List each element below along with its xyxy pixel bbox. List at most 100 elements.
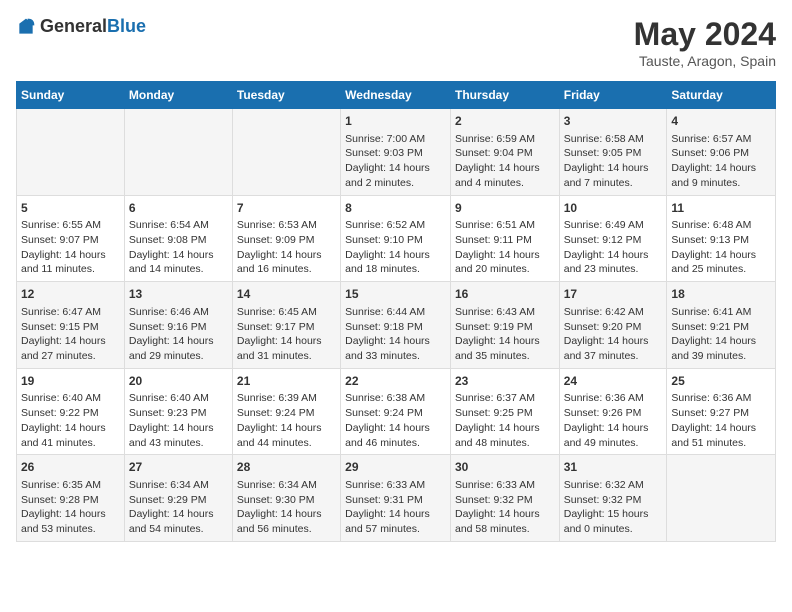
day-info: Sunrise: 6:34 AM Sunset: 9:29 PM Dayligh… [129, 478, 228, 537]
header-sunday: Sunday [17, 82, 125, 109]
week-row-3: 12 Sunrise: 6:47 AM Sunset: 9:15 PM Dayli… [17, 282, 776, 369]
week-row-1: 1Sunrise: 7:00 AM Sunset: 9:03 PM Daylig… [17, 109, 776, 196]
day-cell [124, 109, 232, 196]
day-number: 2 [455, 113, 555, 130]
day-info: Sunrise: 6:52 AM Sunset: 9:10 PM Dayligh… [345, 218, 446, 277]
day-cell: 9Sunrise: 6:51 AM Sunset: 9:11 PM Daylig… [450, 195, 559, 282]
day-info: Sunrise: 6:59 AM Sunset: 9:04 PM Dayligh… [455, 132, 555, 191]
day-number: 28 [237, 459, 336, 476]
day-info: Sunrise: 6:38 AM Sunset: 9:24 PM Dayligh… [345, 391, 446, 450]
day-info: Sunrise: 6:55 AM Sunset: 9:07 PM Dayligh… [21, 218, 120, 277]
day-number: 22 [345, 373, 446, 390]
day-cell: 27 Sunrise: 6:34 AM Sunset: 9:29 PM Dayli… [124, 455, 232, 542]
day-cell: 12 Sunrise: 6:47 AM Sunset: 9:15 PM Dayli… [17, 282, 125, 369]
page-header: GeneralBlue May 2024 Tauste, Aragon, Spa… [16, 16, 776, 69]
day-number: 8 [345, 200, 446, 217]
day-cell: 22Sunrise: 6:38 AM Sunset: 9:24 PM Dayli… [341, 368, 451, 455]
day-cell: 18 Sunrise: 6:41 AM Sunset: 9:21 PM Dayli… [667, 282, 776, 369]
day-info: Sunrise: 6:43 AM Sunset: 9:19 PM Dayligh… [455, 305, 555, 364]
day-cell: 2 Sunrise: 6:59 AM Sunset: 9:04 PM Daylig… [450, 109, 559, 196]
day-number: 23 [455, 373, 555, 390]
day-info: Sunrise: 6:33 AM Sunset: 9:32 PM Dayligh… [455, 478, 555, 537]
day-number: 21 [237, 373, 336, 390]
day-cell: 3Sunrise: 6:58 AM Sunset: 9:05 PM Daylig… [559, 109, 667, 196]
day-number: 12 [21, 286, 120, 303]
day-info: Sunrise: 6:45 AM Sunset: 9:17 PM Dayligh… [237, 305, 336, 364]
header-saturday: Saturday [667, 82, 776, 109]
day-info: Sunrise: 6:35 AM Sunset: 9:28 PM Dayligh… [21, 478, 120, 537]
day-number: 20 [129, 373, 228, 390]
subtitle: Tauste, Aragon, Spain [634, 53, 776, 69]
week-row-5: 26 Sunrise: 6:35 AM Sunset: 9:28 PM Dayli… [17, 455, 776, 542]
header-thursday: Thursday [450, 82, 559, 109]
day-number: 18 [671, 286, 771, 303]
day-number: 27 [129, 459, 228, 476]
header-friday: Friday [559, 82, 667, 109]
day-info: Sunrise: 6:54 AM Sunset: 9:08 PM Dayligh… [129, 218, 228, 277]
day-number: 29 [345, 459, 446, 476]
day-number: 17 [564, 286, 663, 303]
day-info: Sunrise: 6:34 AM Sunset: 9:30 PM Dayligh… [237, 478, 336, 537]
day-info: Sunrise: 6:37 AM Sunset: 9:25 PM Dayligh… [455, 391, 555, 450]
week-row-2: 5Sunrise: 6:55 AM Sunset: 9:07 PM Daylig… [17, 195, 776, 282]
day-number: 11 [671, 200, 771, 217]
calendar-table: SundayMondayTuesdayWednesdayThursdayFrid… [16, 81, 776, 542]
day-info: Sunrise: 6:40 AM Sunset: 9:23 PM Dayligh… [129, 391, 228, 450]
day-info: Sunrise: 6:40 AM Sunset: 9:22 PM Dayligh… [21, 391, 120, 450]
main-title: May 2024 [634, 16, 776, 53]
day-info: Sunrise: 6:44 AM Sunset: 9:18 PM Dayligh… [345, 305, 446, 364]
day-number: 9 [455, 200, 555, 217]
day-cell: 26 Sunrise: 6:35 AM Sunset: 9:28 PM Dayli… [17, 455, 125, 542]
day-info: Sunrise: 6:46 AM Sunset: 9:16 PM Dayligh… [129, 305, 228, 364]
week-row-4: 19Sunrise: 6:40 AM Sunset: 9:22 PM Dayli… [17, 368, 776, 455]
header-tuesday: Tuesday [232, 82, 340, 109]
day-cell [667, 455, 776, 542]
header-wednesday: Wednesday [341, 82, 451, 109]
day-number: 30 [455, 459, 555, 476]
day-cell: 23Sunrise: 6:37 AM Sunset: 9:25 PM Dayli… [450, 368, 559, 455]
day-number: 24 [564, 373, 663, 390]
day-info: Sunrise: 6:32 AM Sunset: 9:32 PM Dayligh… [564, 478, 663, 537]
day-number: 4 [671, 113, 771, 130]
day-info: Sunrise: 6:41 AM Sunset: 9:21 PM Dayligh… [671, 305, 771, 364]
day-number: 16 [455, 286, 555, 303]
day-info: Sunrise: 7:00 AM Sunset: 9:03 PM Dayligh… [345, 132, 446, 191]
day-number: 14 [237, 286, 336, 303]
day-cell: 25Sunrise: 6:36 AM Sunset: 9:27 PM Dayli… [667, 368, 776, 455]
day-cell: 30 Sunrise: 6:33 AM Sunset: 9:32 PM Dayli… [450, 455, 559, 542]
day-info: Sunrise: 6:36 AM Sunset: 9:26 PM Dayligh… [564, 391, 663, 450]
header-monday: Monday [124, 82, 232, 109]
day-cell: 28 Sunrise: 6:34 AM Sunset: 9:30 PM Dayli… [232, 455, 340, 542]
day-info: Sunrise: 6:33 AM Sunset: 9:31 PM Dayligh… [345, 478, 446, 537]
day-cell: 29 Sunrise: 6:33 AM Sunset: 9:31 PM Dayli… [341, 455, 451, 542]
day-cell: 17 Sunrise: 6:42 AM Sunset: 9:20 PM Dayli… [559, 282, 667, 369]
title-block: May 2024 Tauste, Aragon, Spain [634, 16, 776, 69]
day-info: Sunrise: 6:58 AM Sunset: 9:05 PM Dayligh… [564, 132, 663, 191]
day-cell: 7Sunrise: 6:53 AM Sunset: 9:09 PM Daylig… [232, 195, 340, 282]
day-cell: 10Sunrise: 6:49 AM Sunset: 9:12 PM Dayli… [559, 195, 667, 282]
day-cell: 5Sunrise: 6:55 AM Sunset: 9:07 PM Daylig… [17, 195, 125, 282]
day-info: Sunrise: 6:47 AM Sunset: 9:15 PM Dayligh… [21, 305, 120, 364]
day-cell [232, 109, 340, 196]
day-cell: 31Sunrise: 6:32 AM Sunset: 9:32 PM Dayli… [559, 455, 667, 542]
day-number: 13 [129, 286, 228, 303]
day-info: Sunrise: 6:57 AM Sunset: 9:06 PM Dayligh… [671, 132, 771, 191]
logo-blue: Blue [107, 16, 146, 36]
day-cell: 4 Sunrise: 6:57 AM Sunset: 9:06 PM Daylig… [667, 109, 776, 196]
day-cell: 19Sunrise: 6:40 AM Sunset: 9:22 PM Dayli… [17, 368, 125, 455]
day-number: 7 [237, 200, 336, 217]
day-number: 19 [21, 373, 120, 390]
logo: GeneralBlue [16, 16, 146, 37]
day-cell [17, 109, 125, 196]
day-cell: 24Sunrise: 6:36 AM Sunset: 9:26 PM Dayli… [559, 368, 667, 455]
day-number: 25 [671, 373, 771, 390]
calendar-header-row: SundayMondayTuesdayWednesdayThursdayFrid… [17, 82, 776, 109]
day-cell: 14 Sunrise: 6:45 AM Sunset: 9:17 PM Dayli… [232, 282, 340, 369]
day-info: Sunrise: 6:39 AM Sunset: 9:24 PM Dayligh… [237, 391, 336, 450]
day-info: Sunrise: 6:42 AM Sunset: 9:20 PM Dayligh… [564, 305, 663, 364]
day-cell: 15Sunrise: 6:44 AM Sunset: 9:18 PM Dayli… [341, 282, 451, 369]
day-cell: 16 Sunrise: 6:43 AM Sunset: 9:19 PM Dayli… [450, 282, 559, 369]
day-number: 26 [21, 459, 120, 476]
day-number: 10 [564, 200, 663, 217]
logo-wordmark: GeneralBlue [40, 16, 146, 37]
